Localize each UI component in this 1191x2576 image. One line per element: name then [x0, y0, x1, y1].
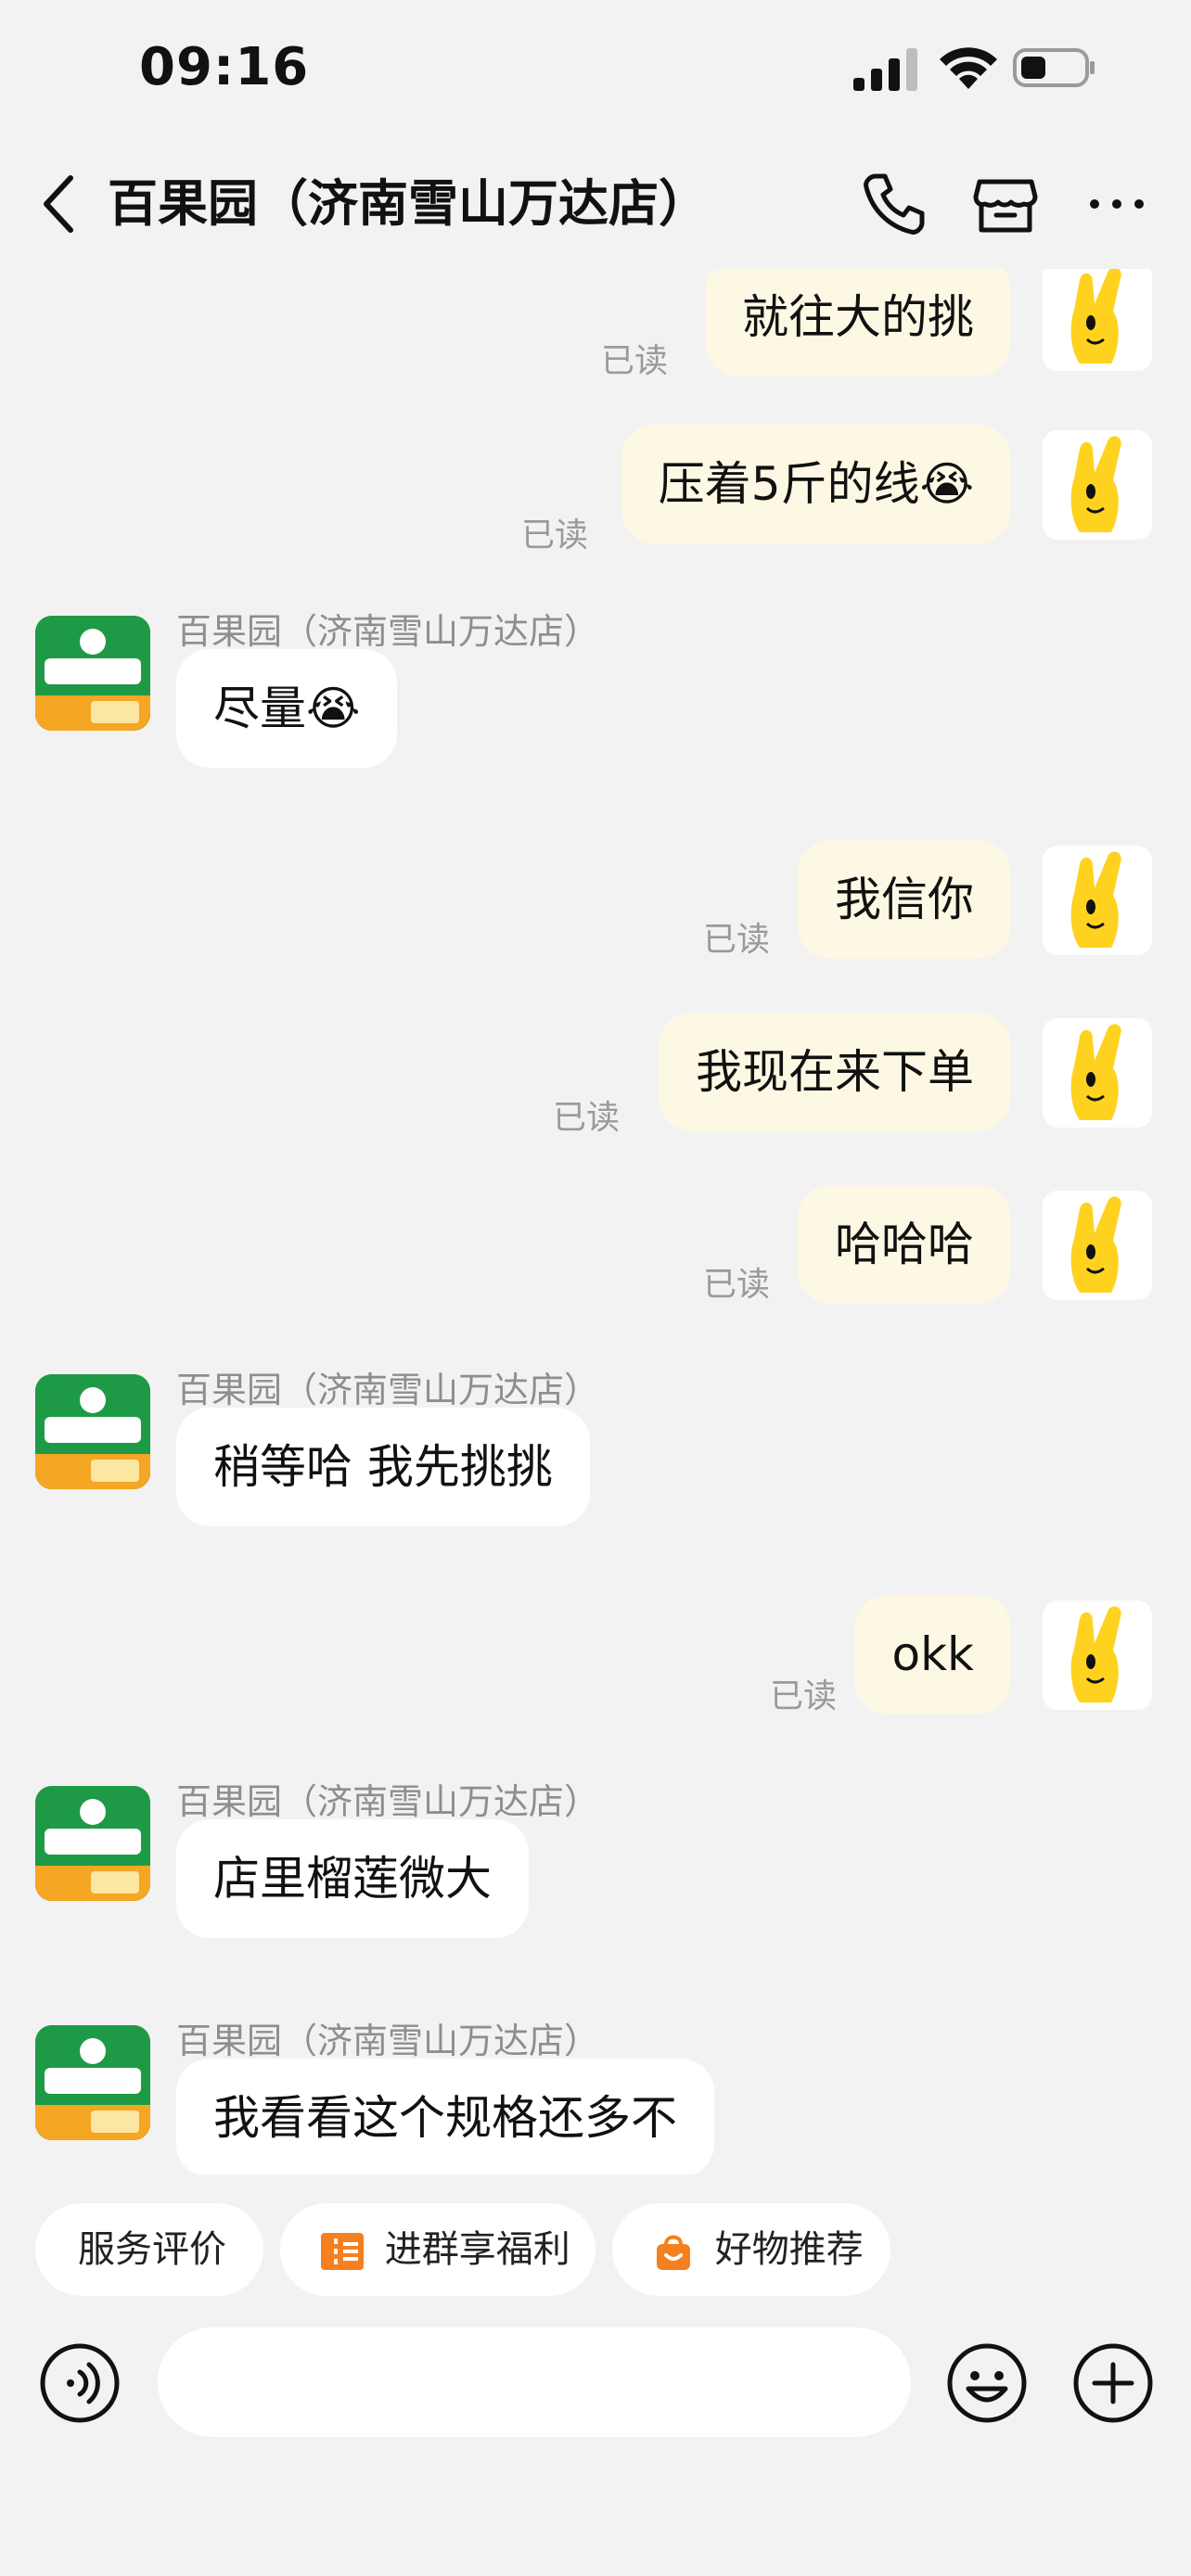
- avatar[interactable]: [1043, 1191, 1152, 1300]
- shopping-bag-icon: [657, 2235, 690, 2270]
- message-bubble[interactable]: 我信你: [798, 840, 1011, 959]
- shop-avatar[interactable]: [35, 1374, 150, 1489]
- quick-actions-bar: 服务评价 进群享福利 好物推荐: [0, 2196, 1191, 2298]
- service-rating-chip[interactable]: 服务评价: [35, 2203, 263, 2296]
- voice-input-icon[interactable]: [39, 2342, 121, 2424]
- message-bubble[interactable]: 尽量😭: [176, 649, 398, 768]
- message-bubble[interactable]: 店里榴莲微大: [176, 1819, 529, 1938]
- avatar[interactable]: [1043, 1600, 1152, 1710]
- shop-avatar[interactable]: [35, 1786, 150, 1901]
- avatar[interactable]: [1043, 430, 1152, 540]
- chip-label: 服务评价: [78, 2228, 226, 2271]
- avatar[interactable]: [1043, 846, 1152, 955]
- shop-logo-icon: [35, 616, 150, 731]
- composer-bar: [0, 2327, 1191, 2467]
- phone-icon[interactable]: [859, 169, 929, 239]
- yellow-hand-avatar-icon: [1070, 436, 1121, 532]
- plus-icon[interactable]: [1072, 2342, 1154, 2424]
- battery-icon: [1013, 48, 1095, 87]
- ticket-icon: [321, 2233, 364, 2270]
- cellular-signal-icon: [853, 48, 917, 91]
- chat-header: 百果园（济南雪山万达店）: [0, 139, 1191, 269]
- message-bubble[interactable]: 哈哈哈: [798, 1185, 1011, 1304]
- yellow-hand-avatar-icon: [1070, 1196, 1121, 1293]
- chat-title: 百果园（济南雪山万达店）: [108, 174, 709, 233]
- sender-name: 百果园（济南雪山万达店）: [176, 611, 600, 652]
- shop-avatar[interactable]: [35, 616, 150, 731]
- yellow-hand-avatar-icon: [1070, 851, 1121, 948]
- read-receipt: 已读: [770, 1677, 838, 1715]
- read-receipt: 已读: [521, 516, 589, 555]
- message-bubble[interactable]: okk: [854, 1595, 1011, 1714]
- back-chevron-icon[interactable]: [33, 167, 85, 241]
- shop-logo-icon: [35, 1374, 150, 1489]
- shop-logo-icon: [35, 2025, 150, 2140]
- read-receipt: 已读: [601, 342, 669, 380]
- status-time: 09:16: [139, 37, 310, 97]
- message-bubble[interactable]: 我看看这个规格还多不: [176, 2059, 714, 2174]
- shop-avatar[interactable]: [35, 2025, 150, 2140]
- message-bubble[interactable]: 就往大的挑: [705, 269, 1011, 376]
- read-receipt: 已读: [703, 1266, 771, 1304]
- yellow-hand-avatar-icon: [1070, 269, 1121, 363]
- recommend-chip[interactable]: 好物推荐: [612, 2203, 890, 2296]
- avatar[interactable]: [1043, 269, 1152, 371]
- message-bubble[interactable]: 稍等哈 我先挑挑: [176, 1408, 590, 1526]
- yellow-hand-avatar-icon: [1070, 1024, 1121, 1120]
- more-options-icon[interactable]: [1082, 169, 1152, 239]
- avatar[interactable]: [1043, 1018, 1152, 1128]
- message-input[interactable]: [158, 2327, 911, 2437]
- message-bubble[interactable]: 压着5斤的线😭: [621, 425, 1011, 543]
- sender-name: 百果园（济南雪山万达店）: [176, 2021, 600, 2061]
- status-bar: 09:16: [0, 0, 1191, 139]
- read-receipt: 已读: [553, 1099, 621, 1137]
- store-icon[interactable]: [970, 169, 1041, 239]
- wifi-icon: [940, 47, 997, 89]
- message-bubble[interactable]: 我现在来下单: [659, 1013, 1011, 1131]
- shop-logo-icon: [35, 1786, 150, 1901]
- emoji-icon[interactable]: [946, 2342, 1028, 2424]
- sender-name: 百果园（济南雪山万达店）: [176, 1781, 600, 1822]
- message-list[interactable]: 已读 就往大的挑 已读 压着5斤的线😭 百果园（济南雪山万达店） 尽量😭 已读 …: [0, 269, 1191, 2174]
- chip-label: 进群享福利: [384, 2228, 570, 2271]
- chip-label: 好物推荐: [714, 2228, 864, 2271]
- read-receipt: 已读: [703, 921, 771, 959]
- sender-name: 百果园（济南雪山万达店）: [176, 1370, 600, 1410]
- yellow-hand-avatar-icon: [1070, 1606, 1121, 1702]
- join-group-chip[interactable]: 进群享福利: [280, 2203, 596, 2296]
